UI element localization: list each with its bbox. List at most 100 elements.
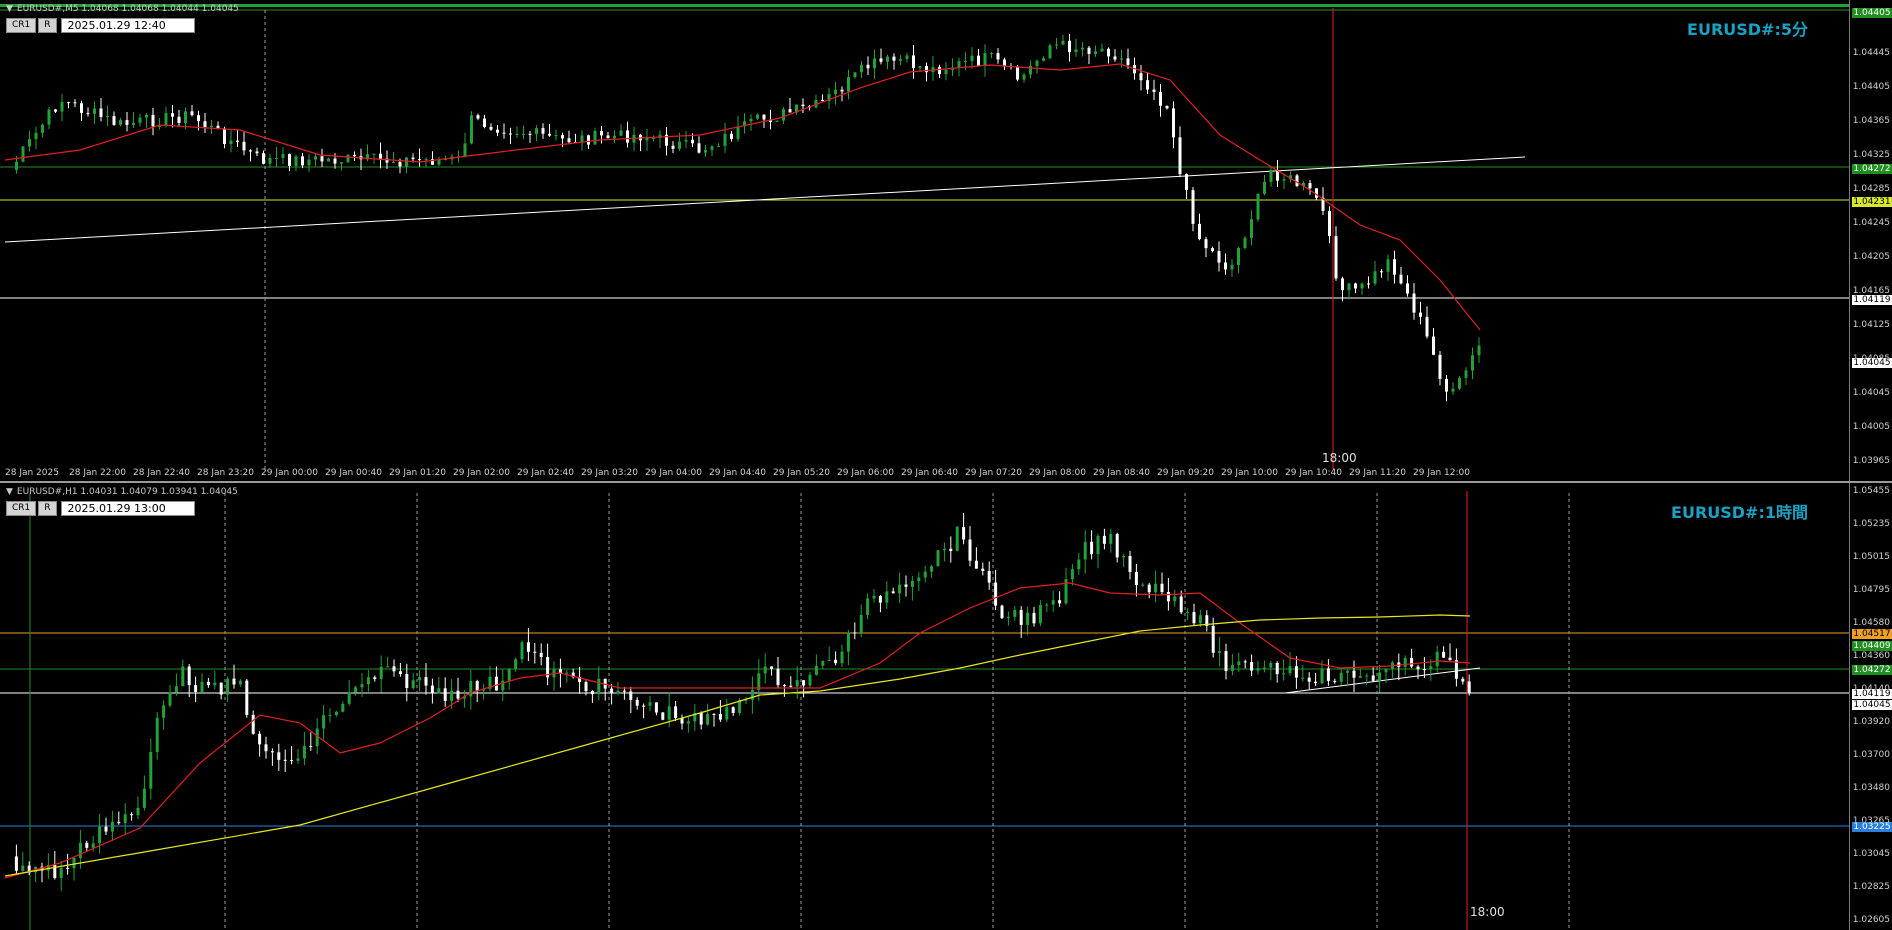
- r-button[interactable]: R: [38, 18, 57, 33]
- candle-body: [411, 157, 415, 160]
- candle-body: [949, 548, 953, 551]
- h1-chart-pane[interactable]: ▼ EURUSD#,H1 1.04031 1.04079 1.03941 1.04…: [0, 483, 1892, 930]
- price-tick-label: 1.03700: [1852, 750, 1890, 760]
- candle-body: [1237, 661, 1241, 666]
- time-tick-label: 29 Jan 07:20: [965, 468, 1022, 478]
- candle-body: [424, 159, 428, 161]
- candle-body: [1256, 193, 1260, 220]
- candle-body: [789, 685, 793, 687]
- h1-candlestick-chart[interactable]: [0, 483, 1850, 930]
- h1-datetime-field[interactable]: 2025.01.29 13:00: [60, 501, 195, 516]
- candle-body: [1416, 666, 1420, 670]
- time-tick-label: 29 Jan 10:00: [1221, 468, 1278, 478]
- candle-body: [268, 157, 272, 164]
- candle-body: [1429, 666, 1433, 670]
- candle-body: [190, 111, 194, 116]
- candle-body: [483, 118, 486, 127]
- m5-datetime-field[interactable]: 2025.01.29 12:40: [60, 18, 195, 33]
- price-tick-label: 1.04405: [1852, 82, 1890, 92]
- candle-body: [619, 130, 623, 136]
- candle-body: [801, 104, 805, 107]
- candle-body: [750, 689, 754, 700]
- dropdown-triangle-icon[interactable]: ▼: [6, 4, 13, 14]
- time-tick-label: 29 Jan 00:00: [261, 468, 318, 478]
- candle-body: [1038, 605, 1042, 624]
- candle-body: [981, 568, 985, 571]
- candle-body: [626, 130, 629, 143]
- candle-body: [1384, 669, 1388, 673]
- candle-body: [34, 132, 38, 140]
- candle-body: [1406, 283, 1409, 294]
- candle-body: [996, 53, 1000, 60]
- h1-chart-header: ▼ EURUSD#,H1 1.04031 1.04079 1.03941 1.04…: [6, 487, 238, 497]
- m5-chart-pane[interactable]: ▼ EURUSD#,M5 1.04068 1.04068 1.04044 1.04…: [0, 0, 1892, 500]
- candle-body: [138, 117, 142, 123]
- candle-body: [262, 153, 265, 164]
- candle-body: [1435, 651, 1439, 667]
- time-tick-label: 29 Jan 09:20: [1157, 468, 1214, 478]
- r-button[interactable]: R: [38, 501, 57, 516]
- price-tick-label: 1.02825: [1852, 882, 1890, 892]
- candle-body: [155, 717, 159, 752]
- candle-body: [469, 680, 473, 697]
- candle-body: [162, 705, 166, 718]
- candle-body: [1077, 559, 1081, 570]
- m5-price-axis[interactable]: 1.04445 1.04405 1.04365 1.04325 1.04285 1.042…: [1849, 0, 1892, 500]
- candle-body: [91, 843, 95, 848]
- time-tick-label: 29 Jan 12:00: [1413, 468, 1470, 478]
- candle-body: [194, 685, 198, 692]
- candle-body: [1042, 58, 1045, 61]
- candle-body: [1198, 223, 1201, 240]
- candle-body: [245, 680, 249, 715]
- candle-body: [456, 690, 460, 699]
- candle-body: [1204, 239, 1208, 249]
- candle-body: [78, 842, 82, 858]
- candle-body: [1422, 669, 1426, 671]
- candle-body: [1269, 170, 1273, 182]
- candle-body: [957, 60, 961, 68]
- candle-body: [990, 53, 993, 55]
- m5-candlestick-chart[interactable]: [0, 0, 1850, 481]
- candle-body: [1464, 370, 1468, 378]
- candle-body: [1412, 293, 1416, 313]
- candle-body: [1410, 657, 1414, 667]
- candle-body: [346, 154, 350, 163]
- candle-body: [236, 140, 239, 142]
- candle-body: [782, 685, 786, 687]
- h1-price-axis[interactable]: 1.05455 1.05235 1.05015 1.04795 1.04580 1.043…: [1849, 483, 1892, 930]
- candle-body: [795, 680, 799, 687]
- cr1-button[interactable]: CR1: [6, 501, 37, 516]
- top-green-line: [0, 4, 1850, 7]
- price-level-box: 1.04409: [1852, 641, 1892, 651]
- candle-body: [1074, 49, 1078, 53]
- dropdown-triangle-icon[interactable]: ▼: [6, 487, 13, 497]
- candle-body: [590, 691, 594, 695]
- candle-body: [541, 128, 545, 134]
- candle-body: [886, 56, 889, 62]
- candle-body: [475, 680, 479, 691]
- candle-body: [104, 826, 108, 832]
- candle-body: [106, 116, 109, 118]
- candle-body: [21, 146, 25, 162]
- candle-body: [554, 135, 558, 137]
- candle-body: [1448, 657, 1452, 661]
- h1-chart-title: EURUSD#:1時間: [1671, 503, 1808, 522]
- candle-body: [123, 814, 127, 824]
- candle-body: [334, 711, 338, 716]
- candle-body: [910, 581, 914, 587]
- candle-body: [219, 682, 223, 695]
- candle-body: [782, 109, 785, 121]
- candle-body: [1461, 678, 1465, 682]
- candle-body: [1454, 660, 1458, 679]
- candle-body: [1115, 533, 1119, 558]
- candle-body: [347, 692, 351, 704]
- candle-body: [509, 133, 512, 135]
- candle-body: [977, 55, 980, 66]
- candle-body: [1282, 673, 1286, 675]
- cr1-button[interactable]: CR1: [6, 18, 37, 33]
- time-tick-label: 29 Jan 02:40: [517, 468, 574, 478]
- time-tick-label: 29 Jan 08:40: [1093, 468, 1150, 478]
- candle-body: [171, 113, 174, 117]
- candle-body: [136, 807, 140, 816]
- candle-body: [872, 595, 876, 599]
